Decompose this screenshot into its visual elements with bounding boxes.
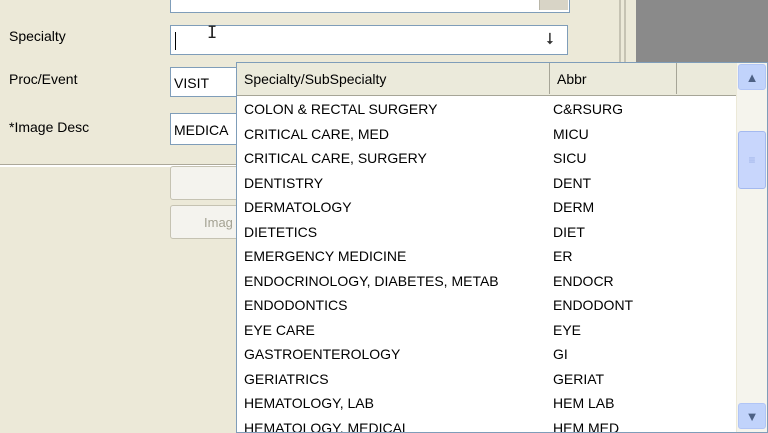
text-caret xyxy=(175,32,176,50)
specialty-name: GERIATRICS xyxy=(244,370,329,387)
specialty-abbr: C&RSURG xyxy=(553,101,624,117)
specialty-name: EYE CARE xyxy=(244,321,315,338)
specialty-abbr: GERIAT xyxy=(553,370,605,387)
list-item[interactable]: COLON & RECTAL SURGERY C&RSURG xyxy=(237,95,737,120)
down-arrow-icon[interactable]: ⭣ xyxy=(537,29,563,51)
specialty-abbr: DIET xyxy=(553,223,585,240)
list-item[interactable]: CRITICAL CARE, SURGERY SICU xyxy=(237,144,737,169)
proc-event-label: Proc/Event xyxy=(9,71,78,87)
specialty-name: CRITICAL CARE, SURGERY xyxy=(244,150,427,166)
column-header-abbr[interactable]: Abbr xyxy=(550,63,677,94)
specialty-abbr: DERM xyxy=(553,199,595,215)
i-beam-cursor-icon: I xyxy=(207,23,218,43)
image-desc-label: *Image Desc xyxy=(9,119,90,135)
specialty-abbr: GI xyxy=(553,346,568,362)
specialty-name: DENTISTRY xyxy=(244,174,324,191)
list-item[interactable]: DIETETICS DIET xyxy=(237,218,737,243)
preview-panel xyxy=(636,0,768,67)
specialty-abbr: ER xyxy=(553,248,573,264)
list-item[interactable]: HEMATOLOGY, LAB HEM LAB xyxy=(237,389,737,414)
vertical-scrollbar[interactable]: ▲ ≡ ▼ xyxy=(736,63,767,432)
list-item[interactable]: EYE CARE EYE xyxy=(237,316,737,341)
list-item[interactable]: EMERGENCY MEDICINE ER xyxy=(237,242,737,267)
specialty-name: COLON & RECTAL SURGERY xyxy=(244,101,438,117)
specialty-abbr: ENDOCR xyxy=(553,272,614,289)
list-item[interactable]: ENDOCRINOLOGY, DIABETES, METAB ENDOCR xyxy=(237,267,737,292)
specialty-abbr: HEM MED xyxy=(553,419,620,433)
specialty-abbr: EYE xyxy=(553,321,582,338)
specialty-label: Specialty xyxy=(9,28,66,44)
specialty-name: GASTROENTEROLOGY xyxy=(244,346,401,362)
action-button[interactable] xyxy=(170,166,240,200)
list-item[interactable]: GERIATRICS GERIAT xyxy=(237,365,737,390)
chevron-down-icon[interactable]: ▼ xyxy=(738,403,766,429)
specialty-name: ENDOCRINOLOGY, DIABETES, METAB xyxy=(244,272,499,289)
image-button[interactable]: Imag xyxy=(170,205,240,239)
list-item[interactable]: HEMATOLOGY, MEDICAL HEM MED xyxy=(237,414,737,433)
specialty-abbr: HEM LAB xyxy=(553,395,615,411)
specialty-combobox[interactable] xyxy=(170,25,568,55)
specialty-name: EMERGENCY MEDICINE xyxy=(244,248,407,264)
specialty-name: CRITICAL CARE, MED xyxy=(244,125,389,142)
list-header: Specialty/SubSpecialty Abbr xyxy=(237,63,737,96)
upper-field[interactable] xyxy=(170,0,570,13)
specialty-name: DIETETICS xyxy=(244,223,318,240)
list-item[interactable]: DENTISTRY DENT xyxy=(237,169,737,194)
list-item[interactable]: GASTROENTEROLOGY GI xyxy=(237,340,737,365)
specialty-dropdown-list[interactable]: Specialty/SubSpecialty Abbr COLON & RECT… xyxy=(236,62,768,433)
specialty-abbr: DENT xyxy=(553,174,592,191)
specialty-abbr: SICU xyxy=(553,150,587,166)
specialty-name: HEMATOLOGY, LAB xyxy=(244,395,374,411)
specialty-abbr: MICU xyxy=(553,125,589,142)
specialty-abbr: ENDODONT xyxy=(553,297,634,313)
column-header-specialty[interactable]: Specialty/SubSpecialty xyxy=(237,63,550,94)
list-item[interactable]: CRITICAL CARE, MED MICU xyxy=(237,120,737,145)
list-item[interactable]: ENDODONTICS ENDODONT xyxy=(237,291,737,316)
specialty-name: HEMATOLOGY, MEDICAL xyxy=(244,419,410,433)
specialty-name: ENDODONTICS xyxy=(244,297,348,313)
column-header-extra[interactable] xyxy=(677,63,737,94)
specialty-name: DERMATOLOGY xyxy=(244,199,352,215)
chevron-up-icon[interactable]: ▲ xyxy=(738,64,766,90)
list-rows: COLON & RECTAL SURGERY C&RSURG CRITICAL C… xyxy=(237,95,737,433)
scrollbar-thumb[interactable]: ≡ xyxy=(738,131,766,189)
upper-field-button[interactable] xyxy=(539,0,568,10)
list-item[interactable]: DERMATOLOGY DERM xyxy=(237,193,737,218)
